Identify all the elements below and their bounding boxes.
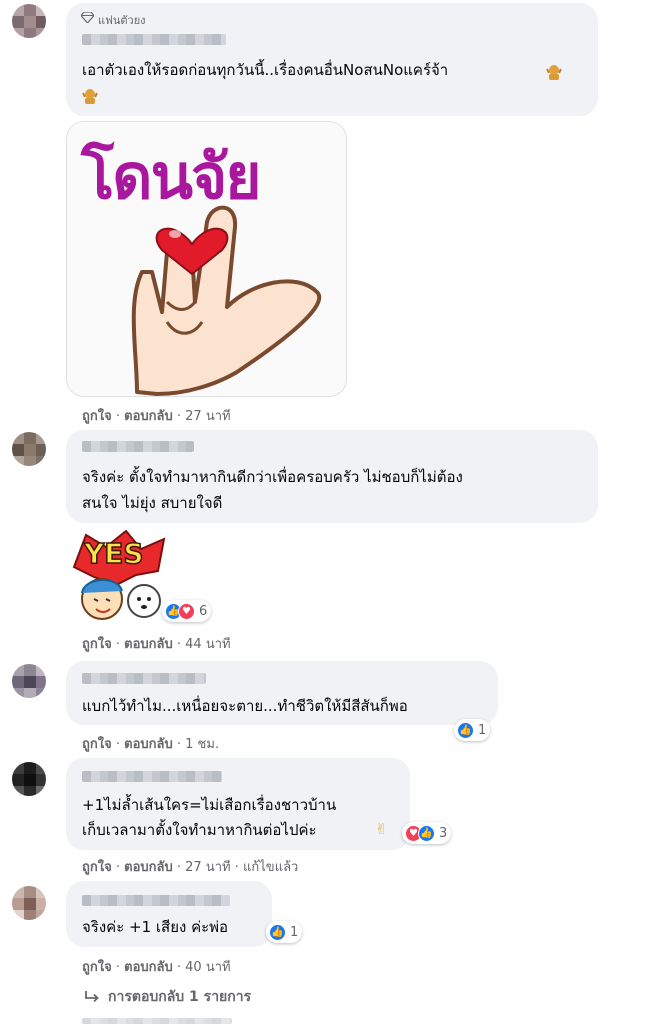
shrug-emoji-icon (82, 89, 98, 104)
commenter-avatar[interactable] (12, 886, 46, 920)
comment-actions: ถูกใจ · ตอบกลับ · 27 นาที · แก้ไขแล้ว (82, 860, 299, 875)
top-fan-badge[interactable]: แฟนตัวยง (98, 11, 146, 29)
timestamp[interactable]: 1 ชม. (185, 737, 219, 752)
victory-hand-emoji-icon: ✌ (375, 820, 388, 838)
comment-text: จริงค่ะ ตั้งใจทำมาหากินดีกว่าเพื่อครอบคร… (82, 468, 463, 486)
reaction-summary[interactable]: 👍 1 (454, 719, 491, 741)
comment-text: +1ไม่ล้ำเส้นใคร=ไม่เสือกเรื่องชาวบ้าน (82, 796, 337, 814)
timestamp[interactable]: 27 นาที (185, 860, 230, 875)
reaction-summary[interactable]: 👍 ♥ 6 (162, 600, 212, 622)
timestamp[interactable]: 27 นาที (185, 409, 230, 424)
reply-link[interactable]: ตอบกลับ (124, 637, 173, 652)
comment-text: แบกไว้ทำไม...เหนื่อยจะตาย...ทำชีวิตให้มี… (82, 697, 408, 715)
comment-text: เก็บเวลามาตั้งใจทำมาหากินต่อไปค่ะ (82, 821, 317, 839)
commenter-name[interactable] (82, 441, 194, 452)
commenter-avatar[interactable] (12, 432, 46, 466)
reply-link[interactable]: ตอบกลับ (124, 409, 173, 424)
reaction-summary[interactable]: 👍 1 (266, 921, 303, 943)
comment-actions: ถูกใจ · ตอบกลับ · 27 นาที (82, 409, 231, 424)
reaction-count: 1 (290, 924, 299, 940)
commenter-name[interactable] (82, 895, 230, 906)
reply-link[interactable]: ตอบกลับ (124, 960, 173, 975)
view-replies-label[interactable]: การตอบกลับ 1 รายการ (108, 986, 251, 1008)
next-commenter-name (82, 1018, 232, 1024)
comment-actions: ถูกใจ · ตอบกลับ · 40 นาที (82, 960, 231, 975)
commenter-avatar[interactable] (12, 664, 46, 698)
commenter-name[interactable] (82, 673, 206, 684)
comment-text: จริงค่ะ +1 เสียง ค่ะพ่อ (82, 918, 229, 936)
reaction-count: 6 (199, 603, 208, 619)
sticker-text: YES (83, 536, 144, 571)
comment-text: สนใจ ไม่ยุ่ง สบายใจดี (82, 494, 223, 512)
like-reaction-icon: 👍 (457, 721, 474, 739)
timestamp[interactable]: 44 นาที (185, 637, 230, 652)
commenter-name[interactable] (82, 771, 222, 782)
like-link[interactable]: ถูกใจ (82, 960, 112, 975)
edited-label[interactable]: แก้ไขแล้ว (243, 860, 298, 875)
reaction-count: 1 (478, 722, 487, 738)
like-link[interactable]: ถูกใจ (82, 409, 112, 424)
timestamp[interactable]: 40 นาที (185, 960, 230, 975)
commenter-avatar[interactable] (12, 4, 46, 38)
view-replies-link[interactable]: การตอบกลับ 1 รายการ (84, 986, 251, 1008)
like-link[interactable]: ถูกใจ (82, 737, 112, 752)
like-link[interactable]: ถูกใจ (82, 860, 112, 875)
comment-text: เอาตัวเองให้รอดก่อนทุกวันนี้..เรื่องคนอื… (82, 61, 449, 79)
reaction-summary[interactable]: ♥ 👍 3 (402, 822, 452, 844)
love-reaction-icon: ♥ (178, 602, 195, 620)
like-reaction-icon: 👍 (269, 923, 286, 941)
reply-link[interactable]: ตอบกลับ (124, 737, 173, 752)
commenter-avatar[interactable] (12, 762, 46, 796)
comment-actions: ถูกใจ · ตอบกลับ · 44 นาที (82, 637, 231, 652)
sticker-image[interactable]: โดนจัย (66, 121, 347, 397)
like-link[interactable]: ถูกใจ (82, 637, 112, 652)
diamond-icon (81, 12, 94, 23)
like-reaction-icon: 👍 (418, 824, 435, 842)
sticker-text: โดนจัย (81, 140, 262, 213)
reply-link[interactable]: ตอบกลับ (124, 860, 173, 875)
commenter-name[interactable] (82, 34, 226, 45)
reaction-count: 3 (439, 825, 448, 841)
shrug-emoji-icon (546, 65, 562, 80)
sticker-image[interactable]: YES (66, 527, 170, 625)
reply-arrow-icon (85, 991, 99, 1003)
comment-actions: ถูกใจ · ตอบกลับ · 1 ชม. (82, 737, 220, 752)
